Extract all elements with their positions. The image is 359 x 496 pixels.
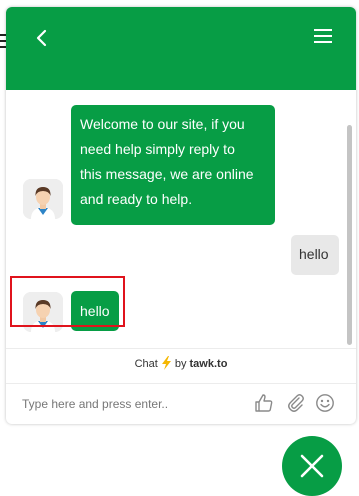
paperclip-icon[interactable] [286,393,306,413]
message-input[interactable] [22,394,242,414]
emoji-icon[interactable] [315,393,335,413]
powered-by[interactable]: Chat by tawk.to [6,356,356,374]
powered-prefix: Chat [134,358,158,370]
agent-avatar [23,179,63,219]
divider [6,348,356,349]
message-line: this message, we are online [80,166,254,182]
message-line: need help simply reply to [80,141,235,157]
close-icon [300,454,324,478]
chat-header [6,7,356,90]
lightning-icon [161,356,171,370]
hamburger-menu-icon[interactable] [313,26,333,46]
visitor-message-bubble: hello [291,235,339,275]
message-composer [6,384,356,424]
chat-launcher-button[interactable] [282,436,342,496]
powered-by-word: by [174,358,187,370]
highlight-box [10,276,125,327]
message-line: Welcome to our site, if you [80,116,245,132]
brand-name: tawk.to [189,358,228,370]
message-text: hello [299,246,329,262]
message-scrollbar[interactable] [346,95,352,350]
message-line: and ready to help. [80,191,193,207]
chevron-left-icon[interactable] [32,27,50,49]
agent-message-bubble: Welcome to our site, if you need help si… [71,105,275,225]
chat-widget: Welcome to our site, if you need help si… [6,7,356,424]
thumbs-up-icon[interactable] [254,393,274,413]
page: Welcome to our site, if you need help si… [0,0,359,496]
person-icon [23,179,63,219]
scrollbar-thumb[interactable] [347,125,352,345]
